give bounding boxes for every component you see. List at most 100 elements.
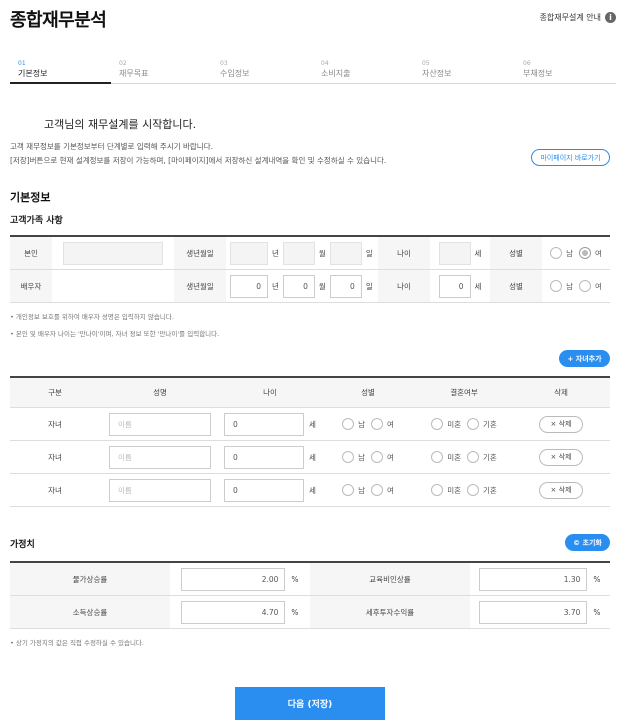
mypage-button[interactable]: 마이페이지 바로가기 [531, 149, 610, 166]
step-tab-goals[interactable]: 02 재무목표 [111, 60, 212, 83]
education-cost-input[interactable]: 1.30 [479, 567, 588, 591]
radio-label: 미혼 [447, 452, 461, 462]
self-gender-male[interactable]: 남 [550, 247, 573, 259]
radio-icon [371, 451, 383, 463]
inflation-label: 물가상승률 [10, 563, 170, 595]
age-unit: 세 [309, 485, 316, 495]
return-rate-input[interactable]: 3.70 [479, 600, 588, 624]
radio-icon [467, 484, 479, 496]
step-tab-basic[interactable]: 01 기본정보 [10, 60, 111, 84]
step-tab-income[interactable]: 03 수입정보 [212, 60, 313, 83]
day-unit: 일 [365, 248, 373, 258]
assumptions-table: 물가상승률 2.00 % 교육비인상률 1.30 % 소득상승률 4.70 % … [10, 561, 610, 629]
percent-unit: % [593, 607, 601, 617]
self-birth-year-input[interactable] [230, 241, 268, 265]
column-header: 결혼여부 [450, 388, 478, 397]
radio-label: 여 [387, 452, 394, 462]
birth-label: 생년월일 [174, 237, 226, 269]
radio-icon [431, 418, 444, 430]
radio-icon [371, 418, 383, 430]
radio-label: 여 [595, 281, 602, 291]
radio-icon [431, 484, 444, 496]
radio-icon [550, 247, 563, 259]
spouse-gender-male[interactable]: 남 [550, 280, 573, 292]
add-child-button[interactable]: + 자녀추가 [559, 350, 610, 367]
self-name-input[interactable] [63, 241, 163, 265]
child-married[interactable]: 기혼 [467, 451, 497, 463]
spouse-birth-month-input[interactable]: 0 [282, 274, 315, 298]
spouse-gender-female[interactable]: 여 [579, 280, 602, 292]
child-age-input[interactable]: 0 [224, 412, 305, 436]
note-spouse-name: • 개인정보 보호를 위하여 배우자 성명은 입력하지 않습니다. [10, 313, 174, 321]
radio-icon [342, 418, 355, 430]
inflation-input[interactable]: 2.00 [181, 567, 286, 591]
month-unit: 월 [318, 281, 326, 291]
child-age-input[interactable]: 0 [224, 445, 305, 469]
child-gender-female[interactable]: 여 [371, 418, 394, 430]
percent-unit: % [291, 574, 299, 584]
step-number: 04 [321, 60, 329, 67]
percent-unit: % [593, 574, 601, 584]
child-type: 자녀 [48, 419, 62, 429]
child-married[interactable]: 기혼 [467, 484, 497, 496]
table-row-spouse: 배우자 생년월일 0 년 0 월 0 일 나이 0 세 성별 남 여 [10, 270, 610, 303]
column-header: 나이 [263, 388, 277, 397]
step-tab-assets[interactable]: 05 자산정보 [414, 60, 515, 83]
step-label: 재무목표 [119, 69, 149, 78]
income-growth-input[interactable]: 4.70 [181, 600, 286, 624]
step-label: 부채정보 [523, 69, 553, 78]
child-gender-female[interactable]: 여 [371, 484, 394, 496]
delete-child-button[interactable]: × 삭제 [539, 448, 583, 466]
self-birth-month-input[interactable] [282, 241, 315, 265]
education-cost-label: 교육비인상률 [310, 563, 470, 595]
step-number: 02 [119, 60, 127, 67]
child-married[interactable]: 기혼 [467, 418, 497, 430]
child-type: 자녀 [48, 485, 62, 495]
child-name-input[interactable]: 이름 [109, 412, 211, 436]
child-gender-male[interactable]: 남 [342, 484, 365, 496]
self-age-input[interactable] [438, 241, 471, 265]
radio-icon [342, 451, 355, 463]
info-icon: i [605, 12, 616, 23]
child-gender-male[interactable]: 남 [342, 418, 365, 430]
spouse-birth-day-input[interactable]: 0 [329, 274, 362, 298]
table-row: 자녀 이름 0세 남 여 미혼 기혼 × 삭제 [10, 474, 610, 507]
step-label: 기본정보 [18, 69, 48, 78]
radio-label: 남 [358, 452, 365, 462]
delete-child-button[interactable]: × 삭제 [539, 481, 583, 499]
intro-text: 고객 재무정보를 기본정보부터 단계별로 입력해 주시기 바랍니다. [저장]버… [10, 140, 386, 168]
child-type: 자녀 [48, 452, 62, 462]
spouse-age-input[interactable]: 0 [438, 274, 471, 298]
child-name-input[interactable]: 이름 [109, 445, 211, 469]
month-unit: 월 [318, 248, 326, 258]
table-row: 자녀 이름 0세 남 여 미혼 기혼 × 삭제 [10, 441, 610, 474]
step-tab-debts[interactable]: 06 부채정보 [515, 60, 616, 83]
year-unit: 년 [272, 248, 279, 258]
delete-child-button[interactable]: × 삭제 [539, 415, 583, 433]
step-number: 06 [523, 60, 531, 67]
child-gender-male[interactable]: 남 [342, 451, 365, 463]
self-gender-female[interactable]: 여 [579, 247, 602, 259]
radio-icon [579, 247, 591, 259]
radio-icon [431, 451, 444, 463]
table-row-self: 본인 생년월일 년 월 일 나이 세 성별 남 여 [10, 237, 610, 270]
step-tabs: 01 기본정보 02 재무목표 03 수입정보 04 소비지출 05 자산정보 … [10, 60, 616, 84]
spouse-birth-year-input[interactable]: 0 [230, 274, 268, 298]
row-label: 본인 [10, 237, 52, 269]
next-save-button[interactable]: 다음 (저장) [235, 687, 385, 720]
child-single[interactable]: 미혼 [431, 484, 461, 496]
child-age-input[interactable]: 0 [224, 478, 305, 502]
child-gender-female[interactable]: 여 [371, 451, 394, 463]
reset-button[interactable]: © 초기화 [565, 534, 610, 551]
radio-label: 여 [387, 485, 394, 495]
step-label: 소비지출 [321, 69, 351, 78]
child-single[interactable]: 미혼 [431, 418, 461, 430]
page-title: 종합재무분석 [10, 10, 107, 31]
page-header: 종합재무분석 종합재무설계 안내 i [10, 6, 616, 34]
step-tab-spending[interactable]: 04 소비지출 [313, 60, 414, 83]
child-name-input[interactable]: 이름 [109, 478, 211, 502]
guide-link[interactable]: 종합재무설계 안내 i [540, 12, 616, 23]
radio-label: 미혼 [447, 419, 461, 429]
self-birth-day-input[interactable] [329, 241, 362, 265]
child-single[interactable]: 미혼 [431, 451, 461, 463]
